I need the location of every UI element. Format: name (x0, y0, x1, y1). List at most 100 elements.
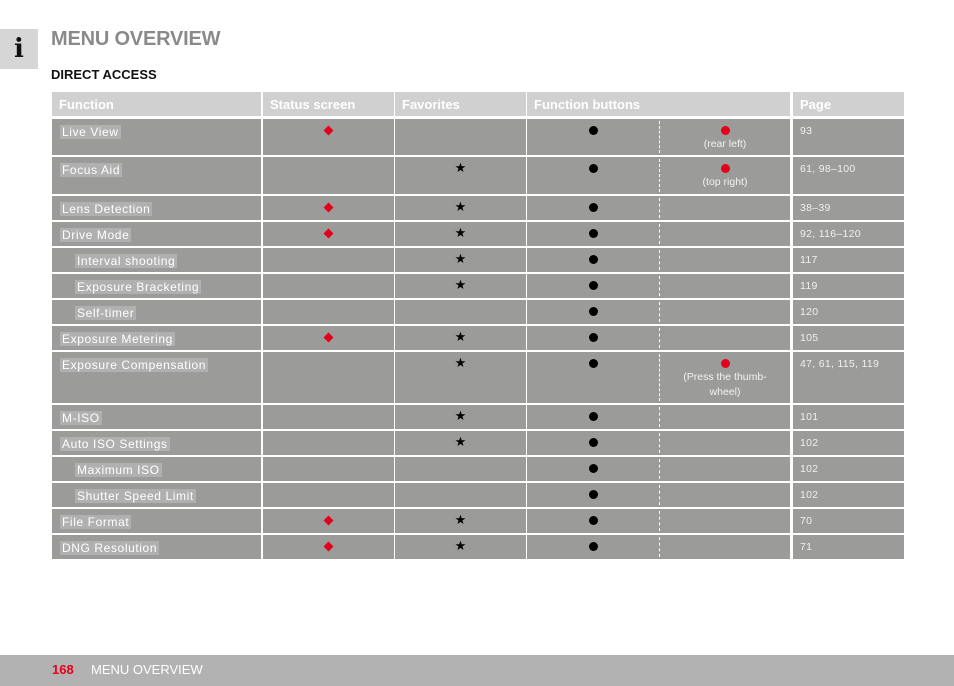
table-row: Exposure Bracketing ★ 119 (52, 274, 904, 298)
page-reference: 102 (800, 437, 819, 449)
function-buttons-cell (527, 274, 790, 298)
red-diamond-icon (323, 202, 334, 213)
function-buttons-general (527, 222, 659, 246)
favorites-cell: ★ (395, 222, 526, 246)
page-cell: 101 (793, 405, 904, 429)
status-screen-cell (263, 248, 394, 272)
function-cell: Auto ISO Settings (52, 431, 261, 455)
favorites-cell (395, 119, 526, 155)
status-screen-cell (263, 119, 394, 155)
page-reference: 38–39 (800, 202, 831, 214)
page-reference: 117 (800, 254, 818, 266)
header-function: Function (52, 92, 261, 116)
function-buttons-dedicated: (Press the thumb-wheel) (660, 352, 790, 403)
function-cell: Shutter Speed Limit (52, 483, 261, 507)
function-buttons-general (527, 300, 659, 324)
favorites-cell: ★ (395, 248, 526, 272)
function-buttons-cell (527, 326, 790, 350)
red-diamond-icon (323, 515, 334, 526)
favorites-cell: ★ (395, 326, 526, 350)
favorites-cell (395, 457, 526, 481)
function-label: File Format (60, 515, 132, 529)
page-reference: 92, 116–120 (800, 228, 861, 240)
function-buttons-dedicated (660, 326, 790, 350)
page-title: MENU OVERVIEW (51, 28, 221, 50)
page-reference: 47, 61, 115, 119 (800, 358, 880, 370)
black-dot-icon (588, 164, 598, 173)
header-function-buttons: Function buttons (527, 92, 790, 116)
function-buttons-dedicated (660, 509, 790, 533)
page-reference: 105 (800, 332, 819, 344)
status-screen-cell (263, 405, 394, 429)
function-label: Focus Aid (60, 163, 123, 177)
table-row: Exposure Metering ★ 105 (52, 326, 904, 350)
function-buttons-dedicated: (rear left) (660, 119, 790, 155)
table-row: Live View (rear left) 93 (52, 119, 904, 155)
page-cell: 71 (793, 535, 904, 559)
function-buttons-general (527, 119, 659, 155)
function-buttons-dedicated: (top right) (660, 157, 790, 194)
status-screen-cell (263, 326, 394, 350)
function-buttons-cell (527, 405, 790, 429)
function-buttons-dedicated (660, 274, 790, 298)
footer-section: MENU OVERVIEW (91, 662, 203, 677)
black-dot-icon (588, 255, 598, 264)
dedicated-button-note: (rear left) (703, 138, 747, 150)
function-buttons-cell (527, 196, 790, 220)
page-reference: 102 (800, 463, 819, 475)
page-reference: 61, 98–100 (800, 163, 856, 175)
info-icon-box: i (0, 29, 38, 69)
function-buttons-dedicated (660, 222, 790, 246)
red-dot-icon (720, 359, 730, 368)
function-buttons-general (527, 535, 659, 559)
star-icon: ★ (454, 225, 467, 240)
function-buttons-dedicated (660, 196, 790, 220)
header-page: Page (793, 92, 904, 116)
black-dot-icon (588, 490, 598, 499)
function-buttons-dedicated (660, 431, 790, 455)
page-cell: 105 (793, 326, 904, 350)
function-buttons-cell (527, 457, 790, 481)
function-buttons-dedicated (660, 535, 790, 559)
table-row: Drive Mode ★ 92, 116–120 (52, 222, 904, 246)
favorites-cell: ★ (395, 535, 526, 559)
function-buttons-general (527, 157, 659, 194)
page-cell: 117 (793, 248, 904, 272)
status-screen-cell (263, 483, 394, 507)
favorites-cell (395, 483, 526, 507)
function-buttons-general (527, 326, 659, 350)
table-row: Maximum ISO 102 (52, 457, 904, 481)
status-screen-cell (263, 352, 394, 403)
function-label: Shutter Speed Limit (75, 489, 196, 503)
favorites-cell: ★ (395, 509, 526, 533)
red-diamond-icon (323, 228, 334, 239)
black-dot-icon (588, 126, 598, 135)
page-cell: 47, 61, 115, 119 (793, 352, 904, 403)
favorites-cell: ★ (395, 431, 526, 455)
black-dot-icon (588, 333, 598, 342)
function-cell: M-ISO (52, 405, 261, 429)
page-cell: 61, 98–100 (793, 157, 904, 194)
function-cell: Exposure Compensation (52, 352, 261, 403)
function-label: Self-timer (75, 306, 137, 320)
dedicated-button-note: (Press the thumb-wheel) (683, 371, 767, 398)
star-icon: ★ (454, 277, 467, 292)
page-cell: 102 (793, 431, 904, 455)
function-buttons-dedicated (660, 405, 790, 429)
favorites-cell: ★ (395, 405, 526, 429)
page-reference: 119 (800, 280, 818, 292)
star-icon: ★ (454, 538, 467, 553)
page-reference: 71 (800, 541, 813, 553)
black-dot-icon (588, 464, 598, 473)
function-cell: Exposure Bracketing (52, 274, 261, 298)
function-cell: Live View (52, 119, 261, 155)
page-cell: 70 (793, 509, 904, 533)
black-dot-icon (588, 307, 598, 316)
red-diamond-icon (323, 541, 334, 552)
header-status-screen: Status screen (263, 92, 394, 116)
function-buttons-general (527, 196, 659, 220)
status-screen-cell (263, 509, 394, 533)
dedicated-button-note: (top right) (702, 176, 748, 188)
black-dot-icon (588, 359, 598, 368)
function-buttons-cell (527, 300, 790, 324)
